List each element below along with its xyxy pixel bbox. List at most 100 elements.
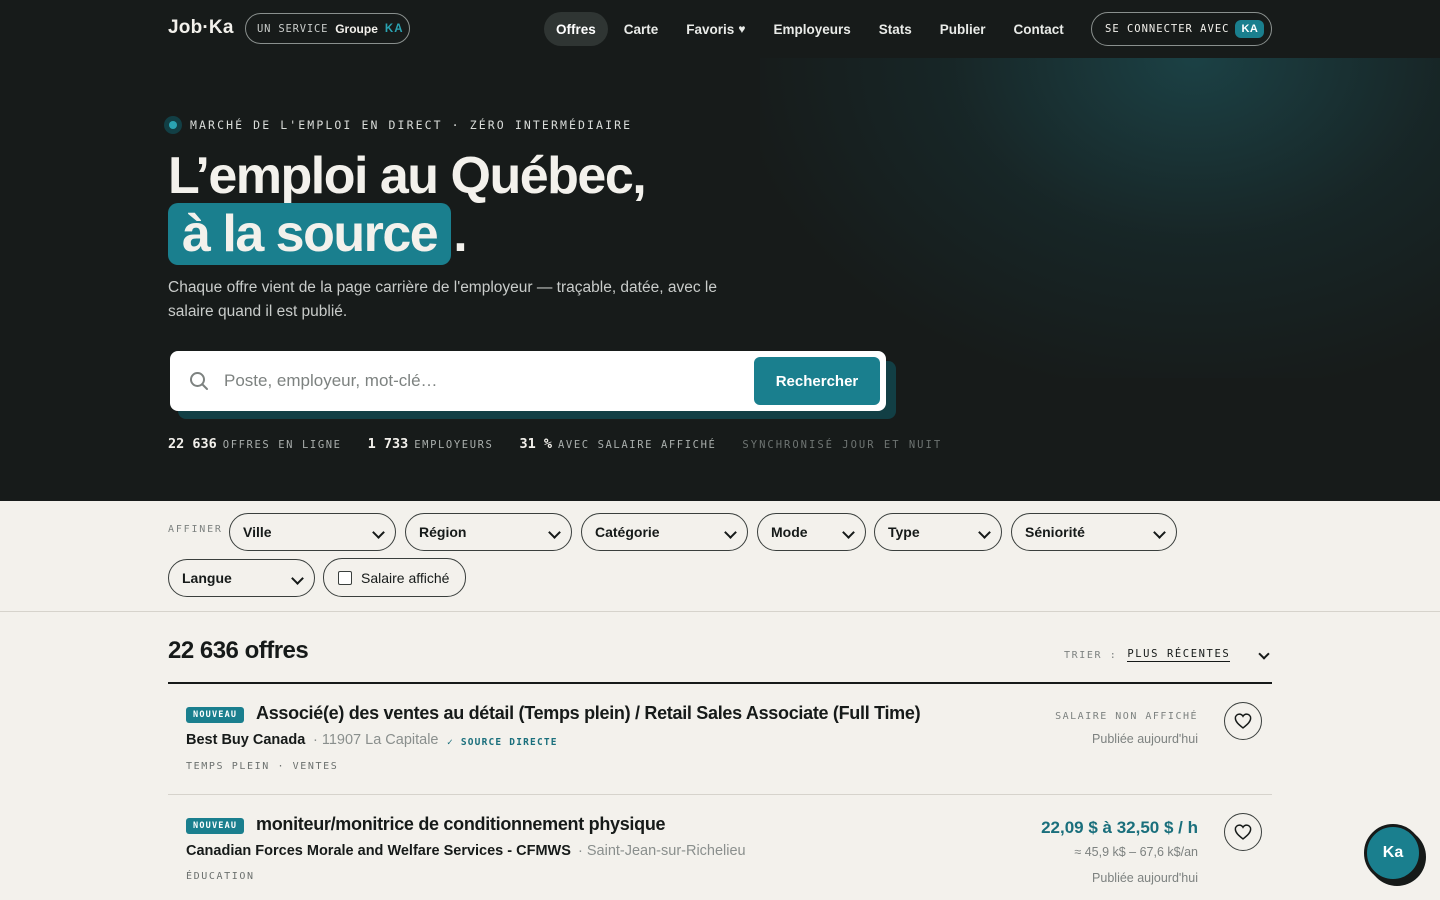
site-logo[interactable]: Job·Ka bbox=[168, 17, 234, 39]
nav-favoris[interactable]: Favoris ♥ bbox=[674, 12, 757, 46]
hero-title-line2: à la source . bbox=[168, 203, 468, 265]
job-card[interactable]: NOUVEAU moniteur/monitrice de conditionn… bbox=[168, 795, 1272, 900]
nav-stats[interactable]: Stats bbox=[867, 12, 924, 46]
live-dot-icon bbox=[164, 116, 182, 134]
chevron-down-icon bbox=[1258, 648, 1270, 660]
job-card[interactable]: NOUVEAU Associé(e) des ventes au détail … bbox=[168, 684, 1272, 794]
search-input[interactable] bbox=[224, 371, 739, 391]
search-bar: Rechercher bbox=[170, 351, 886, 411]
job-salary: SALAIRE NON AFFICHÉ bbox=[1055, 711, 1198, 722]
nav-contact-label: Contact bbox=[1013, 21, 1064, 37]
stat-employers-num: 1 733 bbox=[367, 436, 409, 452]
chevron-down-icon bbox=[1153, 526, 1166, 539]
chevron-down-icon bbox=[548, 526, 561, 539]
hero-subtitle: Chaque offre vient de la page carrière d… bbox=[168, 279, 717, 320]
filter-mode[interactable]: Mode bbox=[757, 513, 866, 551]
heart-icon: ♥ bbox=[738, 22, 746, 36]
favorite-heart-button[interactable] bbox=[1224, 702, 1262, 740]
stat-employers-label: EMPLOYEURS bbox=[414, 439, 494, 451]
salary-checkbox-label: Salaire affiché bbox=[361, 569, 450, 586]
stat-salary-num: 31 % bbox=[519, 436, 552, 452]
filter-seniorite[interactable]: Séniorité bbox=[1011, 513, 1177, 551]
nav-carte[interactable]: Carte bbox=[612, 12, 671, 46]
heart-outline-icon bbox=[1234, 824, 1252, 840]
nav-favoris-label: Favoris bbox=[686, 21, 735, 37]
job-salary-annual: ≈ 45,9 k$ – 67,6 k$/an bbox=[1074, 845, 1198, 859]
job-location: · Saint-Jean-sur-Richelieu bbox=[578, 843, 746, 859]
job-employer[interactable]: Best Buy Canada bbox=[186, 732, 305, 748]
filter-region[interactable]: Région bbox=[405, 513, 572, 551]
job-posted: Publiée aujourd'hui bbox=[1092, 871, 1198, 885]
nav-carte-label: Carte bbox=[623, 21, 659, 37]
connect-label: SE CONNECTER AVEC bbox=[1105, 23, 1230, 35]
filter-salary-toggle[interactable]: Salaire affiché bbox=[323, 558, 466, 597]
stat-offers-label: OFFRES EN LIGNE bbox=[222, 439, 342, 451]
new-badge: NOUVEAU bbox=[186, 707, 245, 723]
heart-outline-icon bbox=[1234, 713, 1252, 729]
ka-badge: KA bbox=[1235, 20, 1265, 38]
nav-publier-label: Publier bbox=[939, 21, 986, 37]
stat-offers: 22 636 OFFRES EN LIGNE bbox=[168, 436, 342, 452]
sync-status: SYNCHRONISÉ JOUR ET NUIT bbox=[742, 439, 943, 451]
nav-employeurs-label: Employeurs bbox=[773, 21, 851, 37]
sort-control[interactable]: TRIER : PLUS RÉCENTES bbox=[1064, 648, 1270, 662]
groupe-ka-service-pill[interactable]: UN SERVICE Groupe KA bbox=[245, 13, 410, 44]
nav-employeurs[interactable]: Employeurs bbox=[761, 12, 862, 46]
filter-langue-label: Langue bbox=[182, 570, 232, 586]
hero-title-highlight: à la source bbox=[168, 203, 452, 265]
direct-source-badge: ✓ SOURCE DIRECTE bbox=[447, 737, 558, 748]
search-icon bbox=[189, 371, 209, 391]
job-title[interactable]: moniteur/monitrice de conditionnement ph… bbox=[256, 814, 666, 835]
service-label: UN SERVICE bbox=[257, 22, 329, 35]
main-nav: Offres Carte Favoris ♥ Employeurs Stats P… bbox=[544, 12, 1080, 46]
filter-categorie[interactable]: Catégorie bbox=[581, 513, 748, 551]
hero-stats: 22 636 OFFRES EN LIGNE 1 733 EMPLOYEURS … bbox=[168, 436, 942, 452]
job-salary: 22,09 $ à 32,50 $ / h bbox=[1041, 818, 1198, 837]
filter-langue[interactable]: Langue bbox=[168, 559, 315, 597]
filter-ville-label: Ville bbox=[243, 524, 272, 540]
filter-type[interactable]: Type bbox=[874, 513, 1002, 551]
nav-contact[interactable]: Contact bbox=[1002, 12, 1076, 46]
sort-label: TRIER : bbox=[1064, 649, 1118, 661]
nav-offres[interactable]: Offres bbox=[544, 12, 608, 46]
sort-value[interactable]: PLUS RÉCENTES bbox=[1127, 648, 1231, 662]
chevron-down-icon bbox=[724, 526, 737, 539]
filter-seniorite-label: Séniorité bbox=[1025, 524, 1085, 540]
service-ka: KA bbox=[384, 22, 404, 35]
chevron-down-icon bbox=[842, 526, 855, 539]
stat-employers: 1 733 EMPLOYEURS bbox=[368, 436, 494, 452]
stat-offers-num: 22 636 bbox=[168, 436, 217, 452]
kicker-text: MARCHÉ DE L'EMPLOI EN DIRECT · ZÉRO INTE… bbox=[190, 118, 633, 132]
ka-chat-button[interactable]: Ka bbox=[1364, 824, 1422, 882]
hero-title-end: . bbox=[453, 205, 468, 263]
stat-salary-label: AVEC SALAIRE AFFICHÉ bbox=[557, 439, 717, 451]
hero-title-line1: L’emploi au Québec, bbox=[168, 147, 647, 205]
new-badge: NOUVEAU bbox=[186, 818, 245, 834]
job-location: · 11907 La Capitale bbox=[313, 732, 439, 748]
connect-with-ka-button[interactable]: SE CONNECTER AVEC KA bbox=[1091, 12, 1272, 46]
job-posted: Publiée aujourd'hui bbox=[1092, 732, 1198, 746]
filter-region-label: Région bbox=[419, 524, 467, 540]
hero-section: Job·Ka UN SERVICE Groupe KA Offres Carte… bbox=[0, 0, 1440, 501]
job-tags: ÉDUCATION bbox=[186, 871, 255, 882]
filter-mode-label: Mode bbox=[771, 524, 808, 540]
job-title[interactable]: Associé(e) des ventes au détail (Temps p… bbox=[256, 703, 921, 724]
filter-categorie-label: Catégorie bbox=[595, 524, 660, 540]
job-employer[interactable]: Canadian Forces Morale and Welfare Servi… bbox=[186, 843, 571, 859]
hero-glow bbox=[760, 58, 1440, 378]
results-count: 22 636 offres bbox=[168, 637, 309, 664]
chevron-down-icon bbox=[372, 526, 385, 539]
chevron-down-icon bbox=[291, 572, 304, 585]
salary-checkbox[interactable] bbox=[338, 570, 352, 585]
nav-publier[interactable]: Publier bbox=[928, 12, 998, 46]
filter-type-label: Type bbox=[888, 524, 920, 540]
chevron-down-icon bbox=[978, 526, 991, 539]
search-button[interactable]: Rechercher bbox=[754, 357, 880, 405]
nav-stats-label: Stats bbox=[878, 21, 912, 37]
filter-ville[interactable]: Ville bbox=[229, 513, 396, 551]
nav-offres-label: Offres bbox=[556, 21, 596, 37]
service-groupe: Groupe bbox=[335, 21, 378, 36]
job-tags: TEMPS PLEIN · VENTES bbox=[186, 761, 339, 772]
filters-label: AFFINER bbox=[168, 524, 223, 535]
favorite-heart-button[interactable] bbox=[1224, 813, 1262, 851]
